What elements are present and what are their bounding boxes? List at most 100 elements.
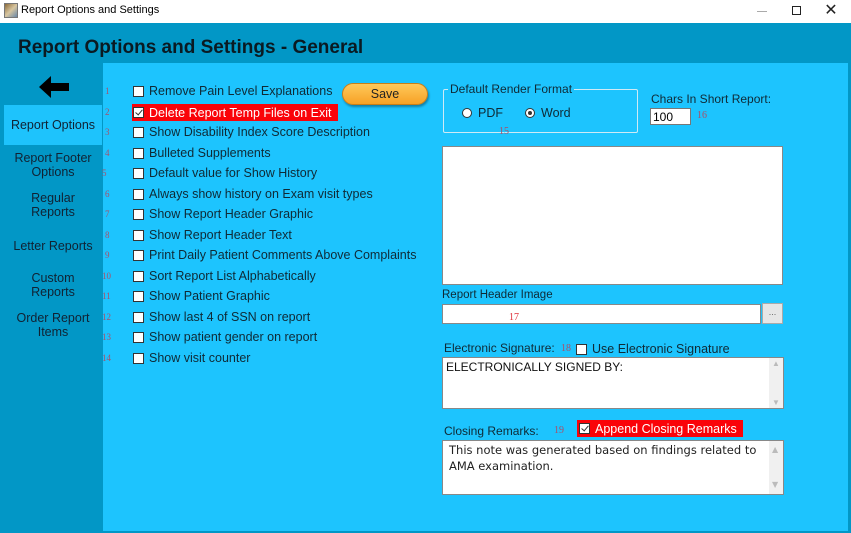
checkbox-indicator[interactable] bbox=[579, 423, 590, 434]
option-number: 2 bbox=[105, 107, 110, 117]
option-number: 5 bbox=[102, 168, 107, 178]
closing-remarks-text: This note was generated based on finding… bbox=[449, 443, 757, 473]
closing-remarks-textarea[interactable]: This note was generated based on finding… bbox=[442, 440, 784, 495]
title-bar: Report Options and Settings ✕ bbox=[0, 0, 851, 23]
scroll-down-icon[interactable]: ▼ bbox=[772, 477, 778, 493]
option-checkbox[interactable]: Print Daily Patient Comments Above Compl… bbox=[133, 247, 416, 263]
sidebar-item-order-report-items[interactable]: Order Report Items bbox=[4, 311, 102, 339]
option-label: Show Disability Index Score Description bbox=[149, 125, 370, 139]
chars-short-report-input[interactable] bbox=[650, 108, 691, 125]
closing-remarks-label: Closing Remarks: bbox=[444, 424, 539, 438]
scroll-down-icon[interactable]: ▼ bbox=[772, 398, 780, 407]
radio-word-label: Word bbox=[541, 106, 571, 120]
page-title: Report Options and Settings - General bbox=[18, 37, 364, 58]
append-closing-remarks-label: Append Closing Remarks bbox=[595, 421, 737, 436]
option-checkbox[interactable]: Show Report Header Graphic bbox=[133, 206, 313, 222]
use-electronic-signature-checkbox[interactable]: Use Electronic Signature bbox=[576, 341, 730, 357]
arrow-left-icon[interactable] bbox=[37, 73, 71, 101]
option-label: Print Daily Patient Comments Above Compl… bbox=[149, 248, 417, 262]
report-header-image-label: Report Header Image bbox=[442, 289, 553, 301]
append-closing-remarks-checkbox[interactable]: Append Closing Remarks bbox=[577, 420, 743, 437]
option-checkbox[interactable]: Show last 4 of SSN on report bbox=[133, 309, 310, 325]
option-label: Bulleted Supplements bbox=[149, 146, 271, 160]
radio-word-indicator[interactable] bbox=[525, 108, 535, 118]
electronic-signature-label: Electronic Signature: bbox=[444, 341, 555, 355]
option-label: Show patient gender on report bbox=[149, 330, 318, 344]
sidebar-item-report-footer-options[interactable]: Report Footer Options bbox=[4, 151, 102, 179]
report-header-image-input[interactable] bbox=[442, 304, 761, 324]
electronic-signature-text: ELECTRONICALLY SIGNED BY: bbox=[446, 360, 623, 374]
radio-pdf-indicator[interactable] bbox=[462, 108, 472, 118]
checkbox-indicator[interactable] bbox=[133, 107, 144, 118]
scrollbar[interactable]: ▲ ▼ bbox=[769, 441, 783, 494]
field-number: 17 bbox=[509, 312, 519, 323]
use-electronic-signature-label: Use Electronic Signature bbox=[592, 342, 730, 356]
scrollbar[interactable]: ▲ ▼ bbox=[769, 358, 783, 408]
checkbox-indicator[interactable] bbox=[133, 290, 144, 302]
option-number: 7 bbox=[105, 209, 110, 219]
option-label: Show last 4 of SSN on report bbox=[149, 310, 311, 324]
option-label: Sort Report List Alphabetically bbox=[149, 269, 316, 283]
chars-short-report-label: Chars In Short Report: bbox=[651, 92, 772, 106]
checkbox-indicator[interactable] bbox=[133, 208, 144, 220]
radio-pdf[interactable]: PDF bbox=[462, 106, 503, 120]
option-checkbox[interactable]: Show patient gender on report bbox=[133, 329, 317, 345]
minimize-button[interactable] bbox=[745, 0, 779, 23]
checkbox-indicator[interactable] bbox=[133, 331, 144, 343]
electronic-signature-textarea[interactable]: ELECTRONICALLY SIGNED BY: ▲ ▼ bbox=[442, 357, 784, 409]
checkbox-indicator[interactable] bbox=[133, 188, 144, 200]
option-checkbox[interactable]: Bulleted Supplements bbox=[133, 145, 271, 161]
option-checkbox[interactable]: Sort Report List Alphabetically bbox=[133, 268, 316, 284]
checkbox-indicator[interactable] bbox=[133, 270, 144, 282]
option-checkbox[interactable]: Show Disability Index Score Description bbox=[133, 124, 370, 140]
checkbox-indicator[interactable] bbox=[133, 167, 144, 179]
field-number: 16 bbox=[697, 110, 707, 121]
option-label: Show Report Header Graphic bbox=[149, 207, 313, 221]
option-checkbox[interactable]: Always show history on Exam visit types bbox=[133, 186, 373, 202]
sidebar-item-regular-reports[interactable]: Regular Reports bbox=[4, 191, 102, 219]
sidebar-item-letter-reports[interactable]: Letter Reports bbox=[4, 239, 102, 253]
scroll-up-icon[interactable]: ▲ bbox=[772, 359, 780, 368]
option-checkbox[interactable]: Default value for Show History bbox=[133, 165, 317, 181]
maximize-button[interactable] bbox=[780, 0, 814, 23]
render-format-legend: Default Render Format bbox=[448, 82, 575, 96]
option-number: 6 bbox=[105, 189, 110, 199]
window-title: Report Options and Settings bbox=[21, 4, 160, 16]
app-icon bbox=[4, 3, 18, 18]
option-number: 9 bbox=[105, 250, 110, 260]
option-checkbox[interactable]: Show Patient Graphic bbox=[133, 288, 270, 304]
option-checkbox[interactable]: Delete Report Temp Files on Exit bbox=[132, 104, 338, 121]
option-number: 10 bbox=[102, 271, 111, 281]
option-number: 3 bbox=[105, 127, 110, 137]
option-checkbox[interactable]: Show Report Header Text bbox=[133, 227, 292, 243]
option-number: 11 bbox=[102, 291, 111, 301]
checkbox-indicator[interactable] bbox=[133, 229, 144, 241]
field-number: 18 bbox=[561, 343, 571, 354]
checkbox-indicator[interactable] bbox=[133, 85, 144, 97]
content-panel: 1 Remove Pain Level Explanations 2 Delete R… bbox=[102, 63, 848, 531]
report-header-text-box[interactable] bbox=[442, 146, 783, 285]
checkbox-indicator[interactable] bbox=[576, 343, 587, 355]
browse-button[interactable]: ... bbox=[762, 303, 783, 324]
option-label: Show Patient Graphic bbox=[149, 289, 270, 303]
checkbox-indicator[interactable] bbox=[133, 311, 144, 323]
close-button[interactable]: ✕ bbox=[814, 0, 848, 23]
sidebar-item-custom-reports[interactable]: Custom Reports bbox=[4, 271, 102, 299]
option-checkbox[interactable]: Show visit counter bbox=[133, 350, 250, 366]
radio-pdf-label: PDF bbox=[478, 106, 503, 120]
option-number: 8 bbox=[105, 230, 110, 240]
checkbox-indicator[interactable] bbox=[133, 352, 144, 364]
option-number: 1 bbox=[105, 86, 110, 96]
checkbox-indicator[interactable] bbox=[133, 126, 144, 138]
save-button[interactable]: Save bbox=[342, 83, 428, 105]
window-body: Report Options and Settings - General Re… bbox=[0, 23, 851, 533]
option-number: 14 bbox=[102, 353, 111, 363]
option-checkbox[interactable]: Remove Pain Level Explanations bbox=[133, 83, 332, 99]
checkbox-indicator[interactable] bbox=[133, 147, 144, 159]
option-label: Always show history on Exam visit types bbox=[149, 187, 373, 201]
scroll-up-icon[interactable]: ▲ bbox=[772, 442, 778, 458]
checkbox-indicator[interactable] bbox=[133, 249, 144, 261]
sidebar-item-report-options[interactable]: Report Options bbox=[4, 105, 102, 145]
radio-word[interactable]: Word bbox=[525, 106, 571, 120]
render-format-group: Default Render Format PDF Word 15 bbox=[443, 82, 638, 137]
